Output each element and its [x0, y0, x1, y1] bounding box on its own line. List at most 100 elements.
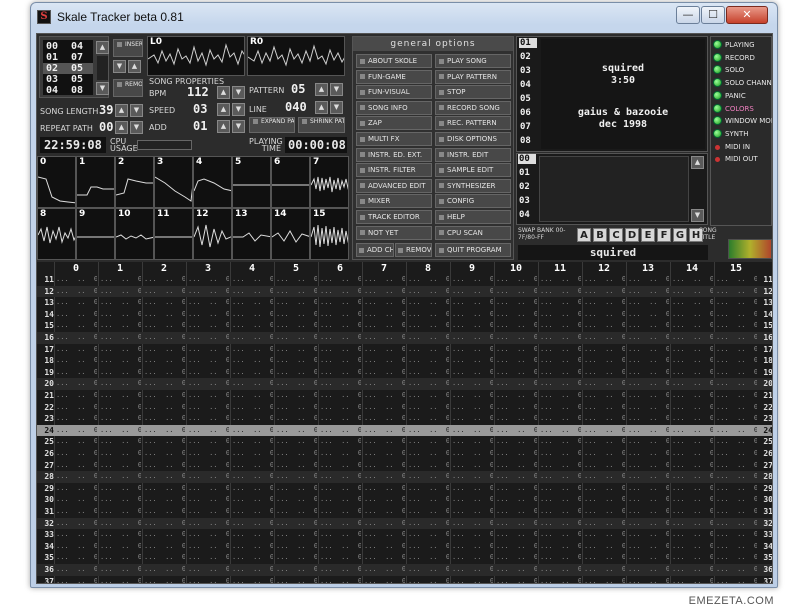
- pattern-cell[interactable]: ... .. 000: [188, 344, 229, 355]
- pattern-cell[interactable]: ... .. 000: [584, 402, 625, 413]
- pattern-cell[interactable]: ... .. 000: [188, 483, 229, 494]
- pattern-cell[interactable]: ... .. 000: [364, 518, 405, 529]
- pattern-cell[interactable]: ... .. 000: [496, 494, 537, 505]
- pattern-cell[interactable]: ... .. 000: [584, 286, 625, 297]
- pattern-cell[interactable]: ... .. 000: [672, 297, 713, 308]
- pattern-cell[interactable]: ... .. 000: [188, 320, 229, 331]
- bpm-up-arrow-icon[interactable]: ▲: [217, 86, 230, 99]
- shrink-pattern-button[interactable]: SHRINK PATTERN /2: [298, 117, 345, 133]
- pattern-cell[interactable]: ... .. 000: [672, 286, 713, 297]
- pattern-cell[interactable]: ... .. 000: [232, 494, 273, 505]
- channel-header[interactable]: 13: [626, 263, 670, 274]
- repeat-path-value[interactable]: 00: [99, 120, 113, 134]
- line-value[interactable]: 040: [285, 100, 307, 114]
- channel-scope[interactable]: 15: [310, 208, 349, 260]
- pattern-cell[interactable]: ... .. 000: [540, 332, 581, 343]
- pattern-cell[interactable]: ... .. 000: [408, 436, 449, 447]
- pattern-cell[interactable]: ... .. 000: [496, 344, 537, 355]
- pattern-cell[interactable]: ... .. 000: [496, 390, 537, 401]
- pattern-cell[interactable]: ... .. 000: [628, 471, 669, 482]
- transport-button[interactable]: SYNTH: [725, 129, 749, 140]
- pattern-cell[interactable]: ... .. 000: [452, 436, 493, 447]
- pattern-cell[interactable]: ... .. 000: [276, 309, 317, 320]
- general-option-button[interactable]: SONG INFO: [356, 100, 432, 115]
- pattern-cell[interactable]: ... .. 000: [408, 344, 449, 355]
- channel-header[interactable]: 12: [582, 263, 626, 274]
- seq-pat[interactable]: 08: [71, 85, 83, 96]
- seq-pos[interactable]: 04: [46, 85, 58, 96]
- instr-number[interactable]: 06: [520, 108, 531, 118]
- pattern-cell[interactable]: ... .. 000: [716, 541, 757, 552]
- pattern-cell[interactable]: ... .. 000: [496, 425, 537, 436]
- pattern-cell[interactable]: ... .. 000: [56, 402, 97, 413]
- instr-number[interactable]: 08: [520, 136, 531, 146]
- pattern-cell[interactable]: ... .. 000: [496, 297, 537, 308]
- general-option-button[interactable]: TRACK EDITOR: [356, 210, 432, 224]
- pattern-cell[interactable]: ... .. 000: [100, 541, 141, 552]
- pattern-up-arrow-icon[interactable]: ▲: [315, 83, 328, 96]
- pattern-cell[interactable]: ... .. 000: [672, 309, 713, 320]
- pattern-cell[interactable]: ... .. 000: [100, 413, 141, 424]
- pattern-cell[interactable]: ... .. 000: [276, 460, 317, 471]
- pattern-cell[interactable]: ... .. 000: [540, 413, 581, 424]
- pattern-cell[interactable]: ... .. 000: [672, 425, 713, 436]
- pattern-cell[interactable]: ... .. 000: [584, 297, 625, 308]
- pattern-cell[interactable]: ... .. 000: [144, 529, 185, 540]
- pattern-cell[interactable]: ... .. 000: [232, 576, 273, 583]
- channel-header[interactable]: 4: [230, 263, 274, 274]
- pattern-cell[interactable]: ... .. 000: [276, 402, 317, 413]
- pattern-cell[interactable]: ... .. 000: [540, 378, 581, 389]
- bpm-down-arrow-icon[interactable]: ▼: [232, 86, 245, 99]
- pattern-cell[interactable]: ... .. 000: [276, 297, 317, 308]
- pattern-cell[interactable]: ... .. 000: [188, 576, 229, 583]
- pattern-cell[interactable]: ... .. 000: [452, 506, 493, 517]
- pattern-cell[interactable]: ... .. 000: [408, 564, 449, 575]
- pattern-cell[interactable]: ... .. 000: [584, 541, 625, 552]
- pattern-cell[interactable]: ... .. 000: [320, 344, 361, 355]
- pattern-cell[interactable]: ... .. 000: [716, 483, 757, 494]
- pattern-cell[interactable]: ... .. 000: [56, 541, 97, 552]
- pattern-cell[interactable]: ... .. 000: [672, 390, 713, 401]
- pattern-cell[interactable]: ... .. 000: [540, 367, 581, 378]
- pattern-cell[interactable]: ... .. 000: [144, 576, 185, 583]
- pattern-cell[interactable]: ... .. 000: [628, 483, 669, 494]
- pattern-cell[interactable]: ... .. 000: [364, 286, 405, 297]
- pattern-cell[interactable]: ... .. 000: [540, 518, 581, 529]
- pattern-cell[interactable]: ... .. 000: [364, 494, 405, 505]
- channel-scope[interactable]: 8: [37, 208, 76, 260]
- pattern-cell[interactable]: ... .. 000: [628, 309, 669, 320]
- pattern-cell[interactable]: ... .. 000: [584, 332, 625, 343]
- pattern-cell[interactable]: ... .. 000: [540, 402, 581, 413]
- pattern-cell[interactable]: ... .. 000: [408, 460, 449, 471]
- pattern-cell[interactable]: ... .. 000: [320, 483, 361, 494]
- general-option-button[interactable]: ADVANCED EDIT: [356, 178, 432, 193]
- pattern-cell[interactable]: ... .. 000: [408, 297, 449, 308]
- pattern-cell[interactable]: ... .. 000: [452, 402, 493, 413]
- pattern-cell[interactable]: ... .. 000: [56, 355, 97, 366]
- pattern-cell[interactable]: ... .. 000: [320, 425, 361, 436]
- seq-pat[interactable]: 07: [71, 52, 83, 63]
- pattern-cell[interactable]: ... .. 000: [188, 367, 229, 378]
- pattern-cell[interactable]: ... .. 000: [56, 494, 97, 505]
- song-length-up-arrow-icon[interactable]: ▲: [115, 104, 128, 117]
- pattern-cell[interactable]: ... .. 000: [320, 541, 361, 552]
- pattern-cell[interactable]: ... .. 000: [584, 413, 625, 424]
- pattern-cell[interactable]: ... .. 000: [628, 460, 669, 471]
- pattern-cell[interactable]: ... .. 000: [56, 367, 97, 378]
- pattern-cell[interactable]: ... .. 000: [540, 274, 581, 285]
- pattern-cell[interactable]: ... .. 000: [320, 286, 361, 297]
- insert-up-arrow-icon[interactable]: ▲: [128, 60, 141, 73]
- general-option-button[interactable]: SYNTHESIZER: [435, 178, 511, 193]
- pattern-cell[interactable]: ... .. 000: [496, 564, 537, 575]
- pattern-cell[interactable]: ... .. 000: [496, 552, 537, 563]
- pattern-cell[interactable]: ... .. 000: [540, 448, 581, 459]
- pattern-cell[interactable]: ... .. 000: [144, 320, 185, 331]
- pattern-cell[interactable]: ... .. 000: [364, 436, 405, 447]
- pattern-cell[interactable]: ... .. 000: [540, 425, 581, 436]
- pattern-cell[interactable]: ... .. 000: [628, 552, 669, 563]
- pattern-cell[interactable]: ... .. 000: [540, 344, 581, 355]
- speed-down-arrow-icon[interactable]: ▼: [232, 103, 245, 116]
- pattern-cell[interactable]: ... .. 000: [276, 471, 317, 482]
- sample-number[interactable]: 03: [519, 196, 530, 206]
- pattern-cell[interactable]: ... .. 000: [584, 460, 625, 471]
